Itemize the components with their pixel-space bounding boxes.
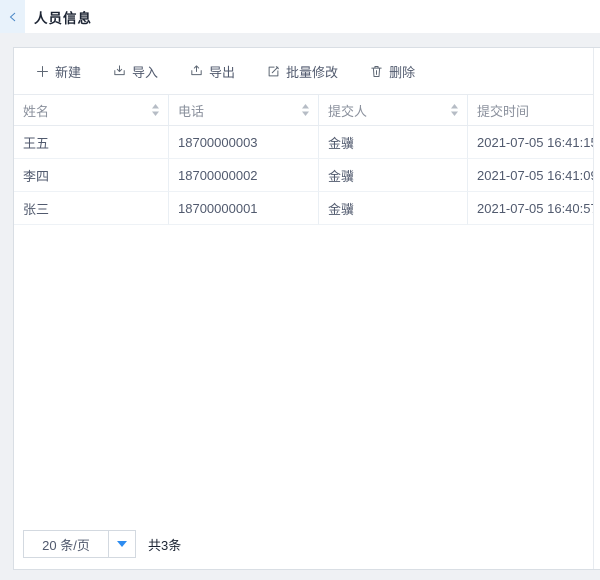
column-header-submit-time[interactable]: 提交时间 — [468, 95, 593, 125]
export-button-label: 导出 — [209, 62, 235, 81]
table-row[interactable]: 张三 18700000001 金骥 2021-07-05 16:40:57 — [14, 192, 593, 225]
sort-caret-icon[interactable] — [301, 104, 310, 116]
plus-icon — [35, 64, 50, 79]
new-button-label: 新建 — [55, 62, 81, 81]
cell-name: 王五 — [14, 126, 169, 159]
delete-button-label: 删除 — [389, 62, 415, 81]
pagination: 20 条/页 共3条 — [23, 530, 181, 558]
cell-submitter: 金骥 — [319, 159, 468, 192]
back-button[interactable] — [0, 0, 25, 33]
sort-caret-icon[interactable] — [450, 104, 459, 116]
table-header-row: 姓名 电话 提交人 提交时间 — [14, 94, 593, 126]
toolbar: 新建 导入 导出 批量修改 删除 — [14, 48, 600, 94]
cell-submitter: 金骥 — [319, 126, 468, 159]
chevron-left-icon — [7, 11, 19, 23]
page-title: 人员信息 — [34, 7, 92, 27]
column-header-submitter[interactable]: 提交人 — [319, 95, 468, 125]
total-count: 共3条 — [148, 535, 181, 554]
cell-phone: 18700000001 — [169, 192, 319, 225]
edit-icon — [266, 64, 281, 79]
delete-button[interactable]: 删除 — [369, 62, 415, 81]
new-button[interactable]: 新建 — [35, 62, 81, 81]
page-size-value: 20 条/页 — [24, 531, 108, 557]
column-header-phone[interactable]: 电话 — [169, 95, 319, 125]
column-header-name[interactable]: 姓名 — [14, 95, 169, 125]
cell-phone: 18700000002 — [169, 159, 319, 192]
import-button-label: 导入 — [132, 62, 158, 81]
batch-edit-button[interactable]: 批量修改 — [266, 62, 338, 81]
table-row[interactable]: 王五 18700000003 金骥 2021-07-05 16:41:15 — [14, 126, 593, 159]
page-size-select[interactable]: 20 条/页 — [23, 530, 136, 558]
page-size-dropdown-button[interactable] — [108, 531, 135, 557]
export-button[interactable]: 导出 — [189, 62, 235, 81]
scrollbar-track-divider — [593, 48, 594, 569]
cell-submit-time: 2021-07-05 16:41:09 — [468, 159, 593, 192]
table-body: 王五 18700000003 金骥 2021-07-05 16:41:15 李四… — [14, 126, 593, 225]
content-panel: 新建 导入 导出 批量修改 删除 — [13, 47, 600, 570]
table-row[interactable]: 李四 18700000002 金骥 2021-07-05 16:41:09 — [14, 159, 593, 192]
records-table: 姓名 电话 提交人 提交时间 王五 1 — [14, 94, 593, 225]
cell-submit-time: 2021-07-05 16:40:57 — [468, 192, 593, 225]
cell-name: 张三 — [14, 192, 169, 225]
import-icon — [112, 64, 127, 79]
column-header-label: 姓名 — [23, 101, 151, 120]
cell-name: 李四 — [14, 159, 169, 192]
cell-submit-time: 2021-07-05 16:41:15 — [468, 126, 593, 159]
column-header-label: 提交人 — [328, 101, 450, 120]
export-icon — [189, 64, 204, 79]
cell-phone: 18700000003 — [169, 126, 319, 159]
column-header-label: 提交时间 — [477, 101, 585, 120]
cell-submitter: 金骥 — [319, 192, 468, 225]
top-bar: 人员信息 — [0, 0, 600, 33]
column-header-label: 电话 — [178, 101, 301, 120]
sort-caret-icon[interactable] — [151, 104, 160, 116]
import-button[interactable]: 导入 — [112, 62, 158, 81]
caret-down-icon — [117, 541, 127, 547]
batch-edit-button-label: 批量修改 — [286, 62, 338, 81]
trash-icon — [369, 64, 384, 79]
